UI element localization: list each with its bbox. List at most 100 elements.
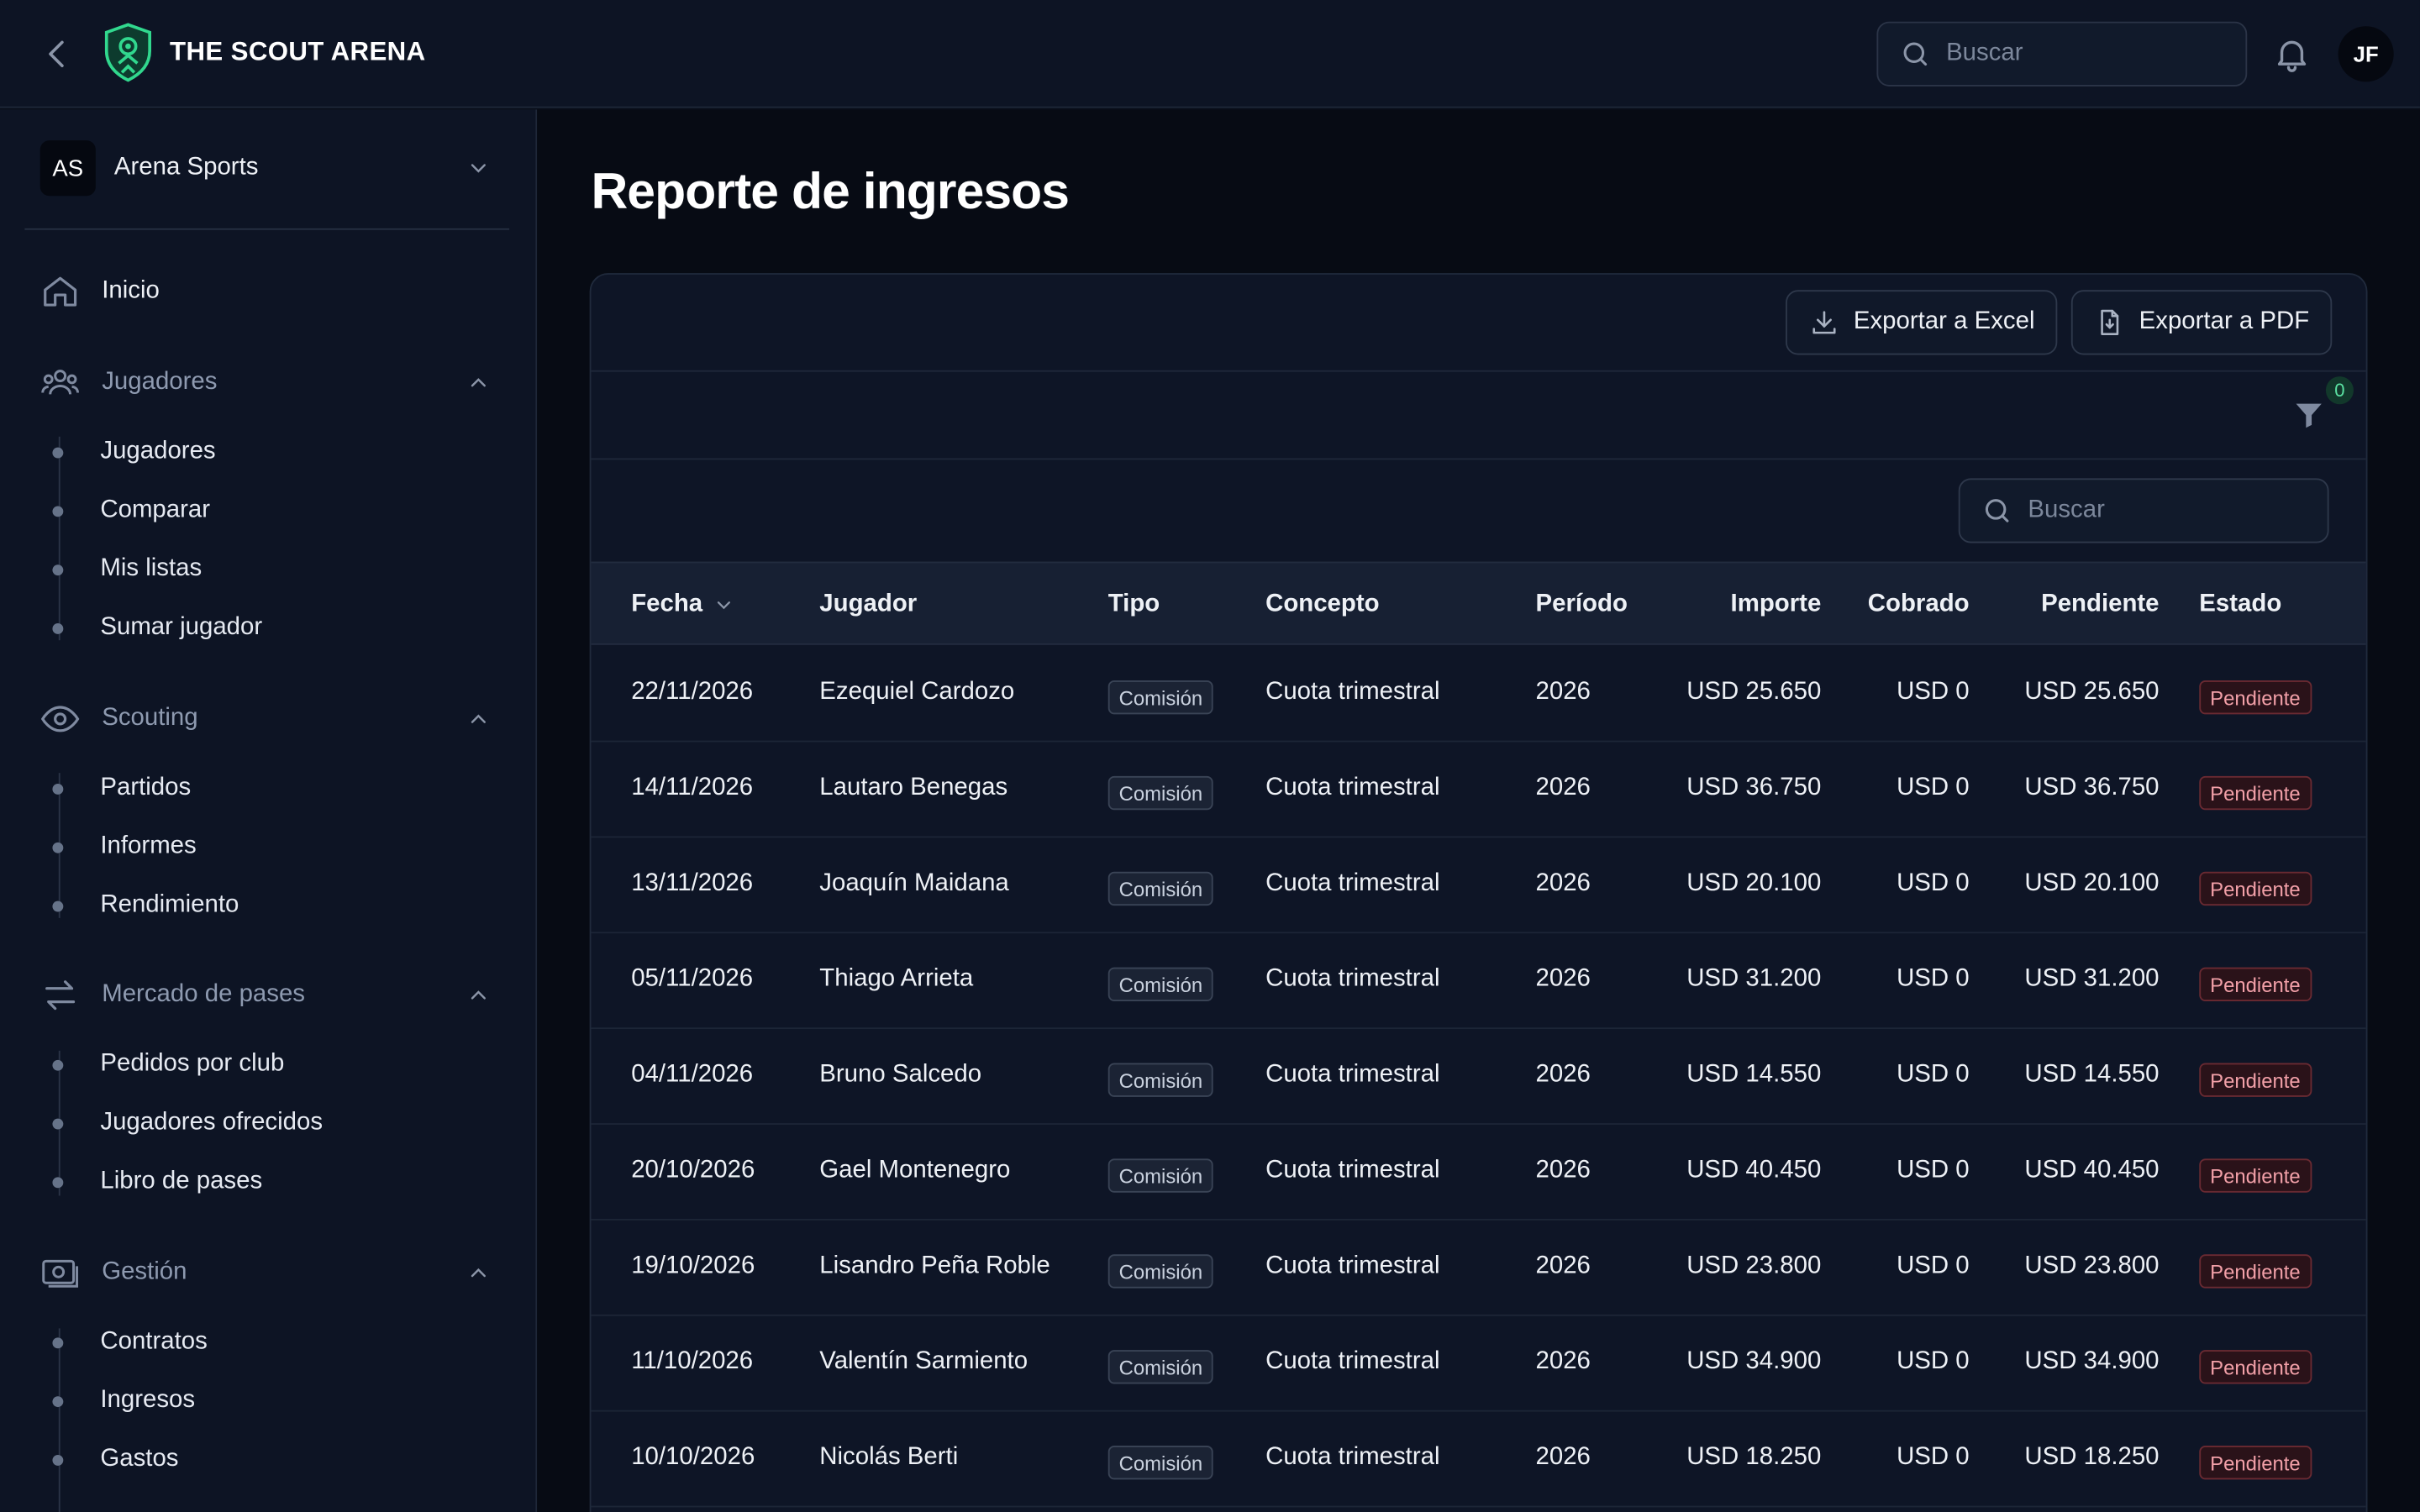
home-icon <box>44 276 77 307</box>
table-search[interactable] <box>1958 478 2329 543</box>
chevron-up-icon[interactable] <box>466 370 491 395</box>
bullet <box>52 1176 64 1188</box>
export-excel-button[interactable]: Exportar a Excel <box>1786 290 2059 355</box>
sidebar-item-label: Informes <box>100 832 197 860</box>
table-row[interactable]: 20/10/2026 Gael Montenegro Comisión Cuota t… <box>591 1125 2366 1221</box>
sidebar-item-label: Contratos <box>100 1328 208 1355</box>
sidebar-item-label: Sumar jugador <box>100 614 263 641</box>
cell-cobrado: USD 0 <box>1897 774 1970 801</box>
tipo-badge: Comisión <box>1107 871 1213 906</box>
cell-concepto: Cuota trimestral <box>1265 1157 1440 1184</box>
cell-importe: USD 20.100 <box>1686 869 1822 897</box>
column-header-cobrado[interactable]: Cobrado <box>1868 591 1970 618</box>
sidebar-section-scouting[interactable]: Scouting <box>40 699 198 739</box>
cell-jugador[interactable]: Nicolás Berti <box>819 1444 958 1472</box>
global-search-input[interactable] <box>1946 39 2209 68</box>
sidebar-item-inicio[interactable]: Inicio <box>40 271 160 312</box>
cell-jugador[interactable]: Gael Montenegro <box>819 1158 1010 1185</box>
org-switcher[interactable]: AS Arena Sports <box>24 109 510 230</box>
sidebar-item-contratos[interactable]: Contratos <box>52 1326 208 1359</box>
sidebar-section-mercado-de-pases[interactable]: Mercado de pases <box>40 975 305 1016</box>
cell-jugador[interactable]: Lisandro Peña Roble <box>819 1252 1050 1280</box>
table-row[interactable]: 05/11/2026 Thiago Arrieta Comisión Cuota tr… <box>591 933 2366 1030</box>
table-row[interactable]: 13/11/2026 Joaquín Maidana Comisión Cuota t… <box>591 837 2366 934</box>
search-icon <box>1985 499 2009 522</box>
user-avatar[interactable]: JF <box>2338 26 2394 82</box>
cell-fecha: 22/11/2026 <box>631 679 754 706</box>
export-pdf-label: Exportar a PDF <box>2139 308 2310 335</box>
chevron-up-icon[interactable] <box>466 706 491 731</box>
chevron-left-icon[interactable] <box>37 34 77 74</box>
sidebar-item-jugadores-ofrecidos[interactable]: Jugadores ofrecidos <box>52 1106 323 1140</box>
column-header-jugador[interactable]: Jugador <box>819 591 917 618</box>
table-row[interactable]: 10/10/2026 Nicolás Berti Comisión Cuota tri… <box>591 1412 2366 1508</box>
bullet <box>52 1395 64 1407</box>
tipo-badge: Comisión <box>1107 1445 1213 1480</box>
column-header-estado[interactable]: Estado <box>2199 591 2281 618</box>
sidebar-item-pedidos-por-club[interactable]: Pedidos por club <box>52 1047 284 1081</box>
sidebar-item-mis-listas[interactable]: Mis listas <box>52 553 202 586</box>
eye-icon <box>40 706 80 732</box>
column-header-importe[interactable]: Importe <box>1731 591 1822 618</box>
tipo-badge: Comisión <box>1107 775 1213 811</box>
cell-jugador[interactable]: Bruno Salcedo <box>819 1062 981 1089</box>
chevron-up-icon[interactable] <box>466 1261 491 1285</box>
shield-logo-icon <box>104 23 151 82</box>
cell-jugador[interactable]: Lautaro Benegas <box>819 774 1007 802</box>
sidebar-section-jugadores[interactable]: Jugadores <box>40 363 218 403</box>
global-search[interactable] <box>1876 21 2248 87</box>
export-pdf-button[interactable]: Exportar a PDF <box>2070 290 2333 355</box>
table-row[interactable]: 22/11/2026 Ezequiel Cardozo Comisión Cuota … <box>591 647 2366 743</box>
sidebar-section-label: Gestión <box>102 1258 187 1285</box>
table-search-input[interactable] <box>2028 496 2291 525</box>
sidebar-section-label: Jugadores <box>102 368 218 396</box>
sidebar-item-informes[interactable]: Informes <box>52 830 197 864</box>
sidebar-item-comparar[interactable]: Comparar <box>52 494 210 528</box>
column-header-fecha[interactable]: Fecha <box>631 591 734 618</box>
cell-jugador[interactable]: Thiago Arrieta <box>819 966 973 994</box>
sidebar-item-jugadores[interactable]: Jugadores <box>52 435 216 469</box>
cell-pendiente: USD 36.750 <box>2024 774 2160 801</box>
cell-jugador[interactable]: Ezequiel Cardozo <box>819 679 1014 706</box>
sidebar-item-label: Gastos <box>100 1445 179 1473</box>
sidebar-section-gestion[interactable]: Gestión <box>40 1252 187 1293</box>
download-icon <box>1812 311 1836 334</box>
status-badge: Pendiente <box>2199 1063 2312 1097</box>
column-header-tipo[interactable]: Tipo <box>1108 591 1160 618</box>
table-row[interactable]: 11/10/2026 Valentín Sarmiento Comisión Cuot… <box>591 1316 2366 1412</box>
table-row[interactable]: 19/10/2026 Lisandro Peña Roble Comisión Cuo… <box>591 1221 2366 1316</box>
cell-importe: USD 34.900 <box>1686 1348 1822 1375</box>
cell-pendiente: USD 34.900 <box>2024 1348 2160 1375</box>
bell-icon[interactable] <box>2272 34 2312 74</box>
sidebar-item-sumar-jugador[interactable]: Sumar jugador <box>52 611 262 644</box>
cell-importe: USD 25.650 <box>1686 679 1822 706</box>
cell-jugador[interactable]: Valentín Sarmiento <box>819 1348 1028 1376</box>
filter-icon[interactable] <box>2291 398 2325 432</box>
chevron-up-icon[interactable] <box>466 983 491 1007</box>
app: THE SCOUT ARENA JF AS Arena Sports Inici… <box>0 0 2420 1512</box>
sidebar-item-gastos[interactable]: Gastos <box>52 1442 178 1476</box>
table-row[interactable]: 14/11/2026 Lautaro Benegas Comisión Cuota t… <box>591 742 2366 838</box>
cell-pendiente: USD 31.200 <box>2024 965 2160 992</box>
cell-fecha: 11/10/2026 <box>631 1348 754 1375</box>
cell-importe: USD 40.450 <box>1686 1157 1822 1184</box>
cell-cobrado: USD 0 <box>1897 1348 1970 1375</box>
sidebar-item-rendimiento[interactable]: Rendimiento <box>52 889 239 922</box>
status-badge: Pendiente <box>2199 1350 2312 1384</box>
column-header-periodo[interactable]: Período <box>1536 591 1628 618</box>
sidebar-item-label: Partidos <box>100 774 192 801</box>
sidebar-item-ingresos[interactable]: Ingresos <box>52 1384 195 1418</box>
sidebar-item-libro-de-pases[interactable]: Libro de pases <box>52 1165 262 1199</box>
sidebar-section-label: Scouting <box>102 705 198 732</box>
cell-cobrado: USD 0 <box>1897 869 1970 897</box>
chevron-down-icon <box>718 601 731 609</box>
column-header-concepto[interactable]: Concepto <box>1265 591 1380 618</box>
sidebar-section-label: Mercado de pases <box>102 981 306 1008</box>
cell-concepto: Cuota trimestral <box>1265 1252 1440 1279</box>
cell-concepto: Cuota trimestral <box>1265 679 1440 706</box>
table-row[interactable]: 04/11/2026 Bruno Salcedo Comisión Cuota tri… <box>591 1029 2366 1125</box>
cell-jugador[interactable]: Joaquín Maidana <box>819 870 1008 898</box>
sidebar-item-partidos[interactable]: Partidos <box>52 771 191 805</box>
cell-periodo: 2026 <box>1535 1061 1591 1088</box>
column-header-pendiente[interactable]: Pendiente <box>2041 591 2159 618</box>
